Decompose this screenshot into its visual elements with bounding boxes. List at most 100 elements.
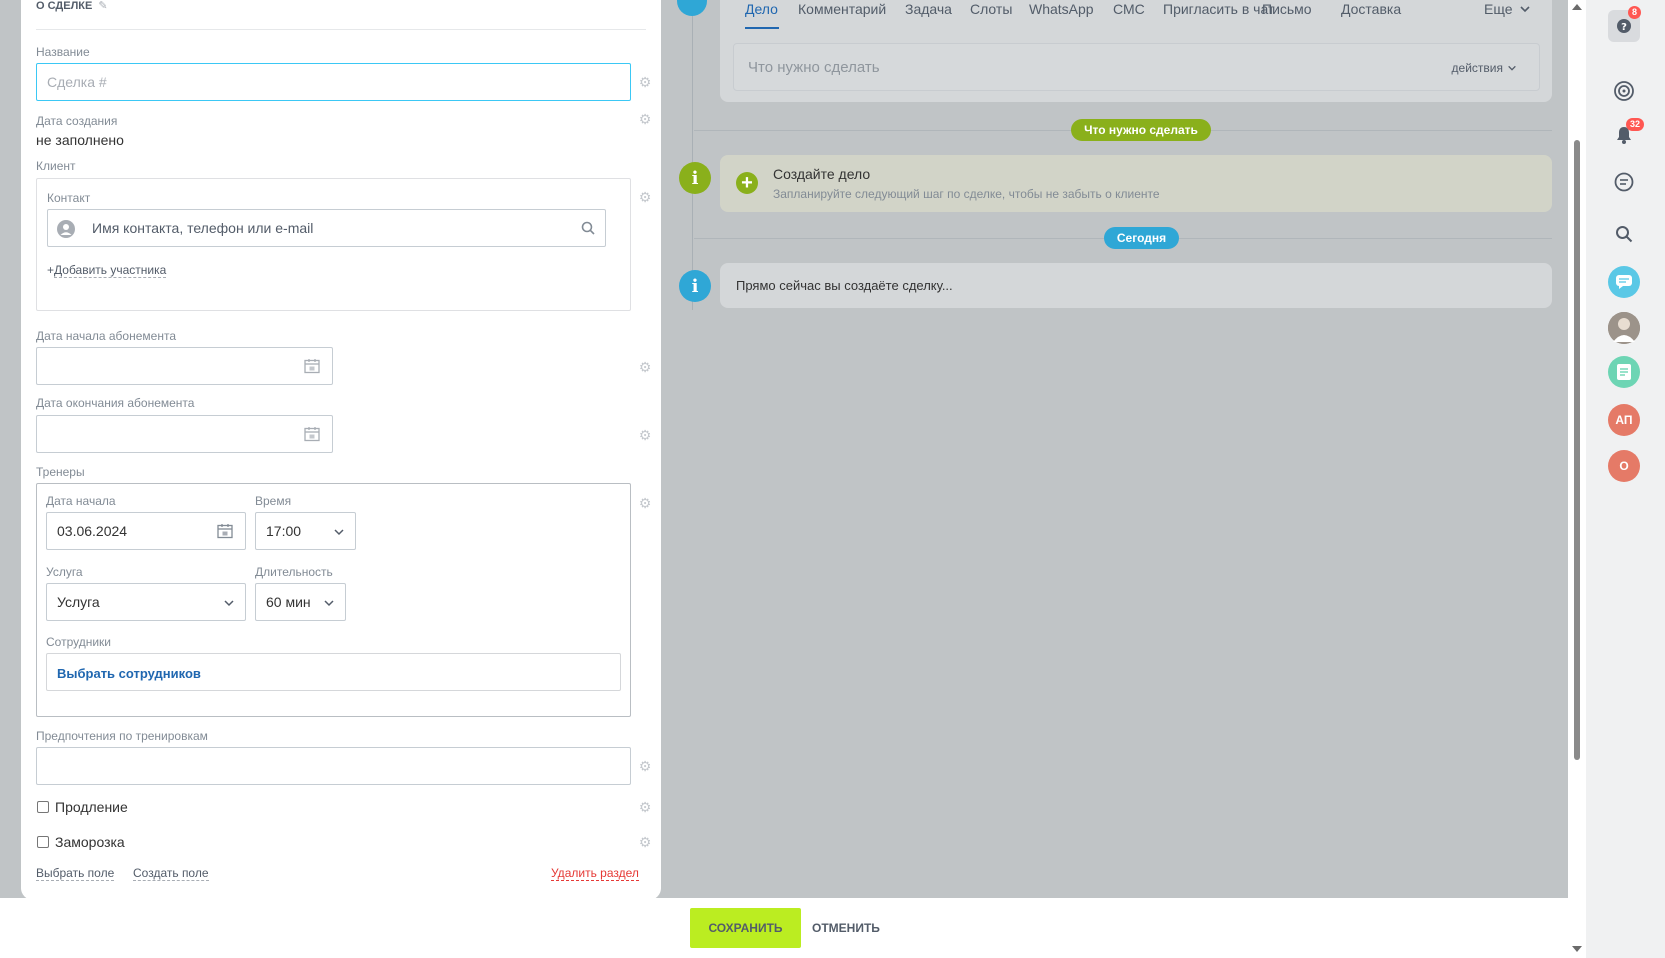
start-date-label: Дата начала (46, 494, 116, 508)
right-rail: ? 8 32 АП О (1586, 0, 1665, 958)
sub-start-label: Дата начала абонемента (36, 329, 176, 343)
scroll-up-arrow[interactable] (1572, 4, 1582, 10)
creating-deal-card: Прямо сейчас вы создаёте сделку... (720, 263, 1552, 308)
save-button[interactable]: СОХРАНИТЬ (690, 908, 801, 948)
chat-icon (677, 0, 707, 16)
today-pill: Сегодня (1104, 227, 1179, 249)
name-label: Название (36, 45, 90, 59)
tab-letter[interactable]: Письмо (1262, 1, 1312, 17)
pencil-icon[interactable]: ✎ (98, 0, 109, 12)
gear-icon[interactable]: ⚙ (638, 190, 652, 204)
duration-select[interactable]: 60 мин (255, 583, 346, 621)
divider (36, 29, 646, 30)
name-input[interactable]: Сделка # (36, 63, 631, 101)
choose-staff-link[interactable]: Выбрать сотрудников (57, 666, 201, 681)
actions-dropdown[interactable]: действия (1452, 61, 1517, 75)
delete-section-link[interactable]: Удалить раздел (551, 866, 639, 881)
scroll-down-arrow[interactable] (1572, 946, 1582, 952)
tab-slots[interactable]: Слоты (970, 1, 1012, 17)
service-label: Услуга (46, 565, 83, 579)
avatar[interactable] (1608, 312, 1640, 344)
chevron-down-icon (334, 529, 344, 536)
active-tab-underline (745, 27, 779, 29)
calendar-icon[interactable] (304, 358, 320, 374)
activity-editor: Дело Комментарий Задача Слоты WhatsApp С… (720, 0, 1552, 102)
tab-task[interactable]: Задача (905, 1, 952, 17)
plus-icon[interactable]: + (736, 172, 758, 194)
freeze-checkbox[interactable] (37, 836, 49, 848)
gear-icon[interactable]: ⚙ (638, 835, 652, 849)
messenger-icon[interactable] (1608, 266, 1640, 298)
gear-icon[interactable]: ⚙ (638, 112, 652, 126)
creating-deal-text: Прямо сейчас вы создаёте сделку... (736, 278, 953, 293)
target-icon[interactable] (1608, 75, 1640, 107)
sub-end-label: Дата окончания абонемента (36, 396, 195, 410)
scroll-thumb[interactable] (1574, 140, 1580, 760)
chat-search-icon[interactable] (1608, 166, 1640, 198)
footer-bar: СОХРАНИТЬ ОТМЕНИТЬ (0, 898, 1568, 958)
sub-end-date-input[interactable] (36, 415, 333, 453)
renewal-checkbox[interactable] (37, 801, 49, 813)
notifications-badge: 32 (1626, 118, 1645, 131)
sub-start-date-input[interactable] (36, 347, 333, 385)
prefs-label: Предпочтения по тренировкам (36, 729, 208, 743)
time-label: Время (255, 494, 292, 508)
bell-icon[interactable]: 32 (1608, 118, 1645, 151)
svg-text:?: ? (1621, 22, 1627, 33)
gear-icon[interactable]: ⚙ (638, 428, 652, 442)
help-icon[interactable]: ? 8 (1608, 6, 1642, 42)
todo-input[interactable]: Что нужно сделать действия (733, 43, 1540, 91)
choose-field-link[interactable]: Выбрать поле (36, 866, 115, 881)
tab-more[interactable]: Еще (1484, 1, 1531, 17)
gear-icon[interactable]: ⚙ (638, 496, 652, 510)
notes-icon[interactable] (1608, 356, 1640, 388)
gear-icon[interactable]: ⚙ (638, 759, 652, 773)
gear-icon[interactable]: ⚙ (638, 75, 652, 89)
calendar-icon[interactable] (304, 426, 320, 442)
info-icon: i (679, 162, 711, 194)
tab-whatsapp[interactable]: WhatsApp (1029, 1, 1094, 17)
create-field-link[interactable]: Создать поле (133, 866, 209, 881)
todo-pill: Что нужно сделать (1071, 119, 1211, 141)
search-icon[interactable] (1608, 218, 1640, 250)
add-participant-link[interactable]: +Добавить участника (47, 263, 167, 278)
tab-delivery[interactable]: Доставка (1341, 1, 1401, 17)
contact-label: Контакт (47, 191, 91, 205)
start-date-input[interactable]: 03.06.2024 (46, 512, 246, 550)
tab-delo[interactable]: Дело (745, 1, 778, 17)
tab-invite-chat[interactable]: Пригласить в чат (1163, 1, 1274, 17)
created-label: Дата создания (36, 114, 118, 128)
chevron-down-icon (1508, 65, 1516, 71)
duration-label: Длительность (255, 565, 333, 579)
help-badge: 8 (1628, 6, 1642, 19)
deal-details-card: О СДЕЛКЕ ✎ Название Сделка # ⚙ Дата созд… (21, 0, 661, 900)
created-value: не заполнено (36, 132, 124, 148)
freeze-label: Заморозка (55, 834, 125, 850)
chevron-down-icon (324, 600, 334, 607)
gear-icon[interactable]: ⚙ (638, 360, 652, 374)
create-task-card[interactable]: + Создайте дело Запланируйте следующий ш… (720, 155, 1552, 212)
tab-comment[interactable]: Комментарий (798, 1, 886, 17)
chevron-down-icon (224, 600, 234, 607)
create-task-subtitle: Запланируйте следующий шаг по сделке, чт… (773, 187, 1160, 201)
scrollbar[interactable] (1568, 0, 1586, 958)
client-label: Клиент (36, 159, 76, 173)
tab-sms[interactable]: СМС (1113, 1, 1145, 17)
contact-search-input[interactable]: Имя контакта, телефон или e-mail (47, 209, 606, 247)
chevron-down-icon (1519, 6, 1530, 13)
prefs-input[interactable] (36, 747, 631, 785)
search-icon[interactable] (581, 221, 595, 238)
calendar-icon[interactable] (217, 523, 233, 539)
timeline-line (692, 0, 693, 310)
renewal-label: Продление (55, 799, 128, 815)
avatar-ap[interactable]: АП (1608, 404, 1640, 436)
time-select[interactable]: 17:00 (255, 512, 356, 550)
trainers-label: Тренеры (36, 465, 85, 479)
info-icon: i (679, 270, 711, 302)
section-title: О СДЕЛКЕ ✎ (36, 0, 109, 12)
service-select[interactable]: Услуга (46, 583, 246, 621)
gear-icon[interactable]: ⚙ (638, 800, 652, 814)
person-icon (57, 220, 75, 238)
avatar-o[interactable]: О (1608, 450, 1640, 482)
cancel-button[interactable]: ОТМЕНИТЬ (812, 908, 880, 948)
